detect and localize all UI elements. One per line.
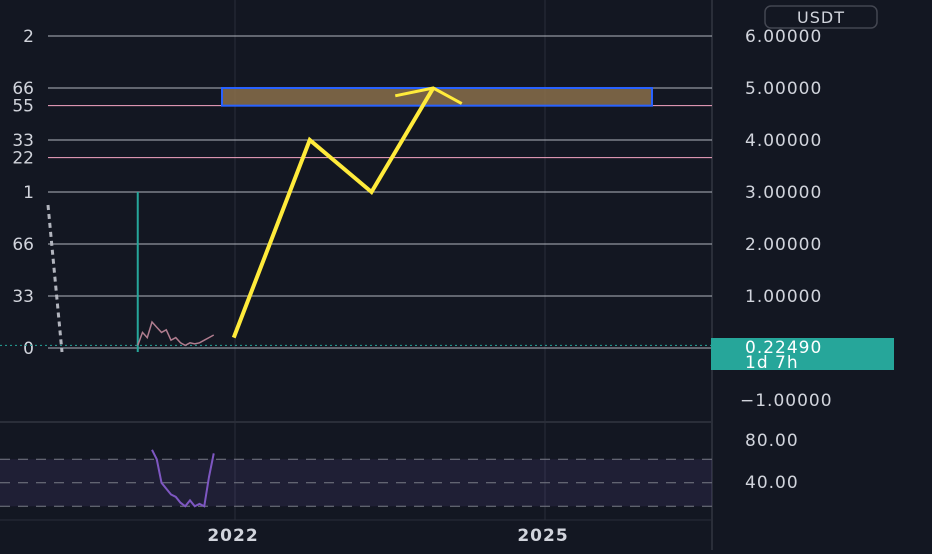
price-tick-label: −1.00000 bbox=[740, 391, 833, 411]
fib-level-label: 0 bbox=[23, 339, 34, 359]
chart-root[interactable]: 2 66 55 33 22 1 66 33 0 80.00 40.00 6.00000 5.0000… bbox=[0, 0, 932, 550]
fib-level-label: 55 bbox=[12, 97, 34, 117]
price-tick-label: 6.00000 bbox=[745, 27, 822, 47]
fib-level-label: 22 bbox=[12, 149, 34, 169]
currency-badge[interactable]: USDT bbox=[764, 5, 878, 29]
fib-level-label: 33 bbox=[12, 287, 34, 307]
price-tick-label: 5.00000 bbox=[745, 79, 822, 99]
fib-level-label: 1 bbox=[23, 183, 34, 203]
fib-level-label: 66 bbox=[12, 235, 34, 255]
rsi-tick-label: 40.00 bbox=[745, 473, 799, 493]
time-tick-label: 2025 bbox=[517, 526, 568, 546]
time-tick-label: 2022 bbox=[207, 526, 258, 546]
rsi-band bbox=[0, 459, 712, 507]
price-tick-label: 4.00000 bbox=[745, 131, 822, 151]
currency-label: USDT bbox=[797, 8, 845, 27]
rsi-tick-label: 80.00 bbox=[745, 431, 799, 451]
price-tick-label: 2.00000 bbox=[745, 235, 822, 255]
fib-level-label: 2 bbox=[23, 27, 34, 47]
price-chart[interactable]: 266553322166330 80.0040.00 6.000005.0000… bbox=[0, 0, 932, 550]
price-tick-label: 3.00000 bbox=[745, 183, 822, 203]
bar-countdown: 1d 7h bbox=[745, 353, 799, 373]
current-price-badge: 0.22490 1d 7h bbox=[711, 338, 894, 373]
price-tick-label: 1.00000 bbox=[745, 287, 822, 307]
